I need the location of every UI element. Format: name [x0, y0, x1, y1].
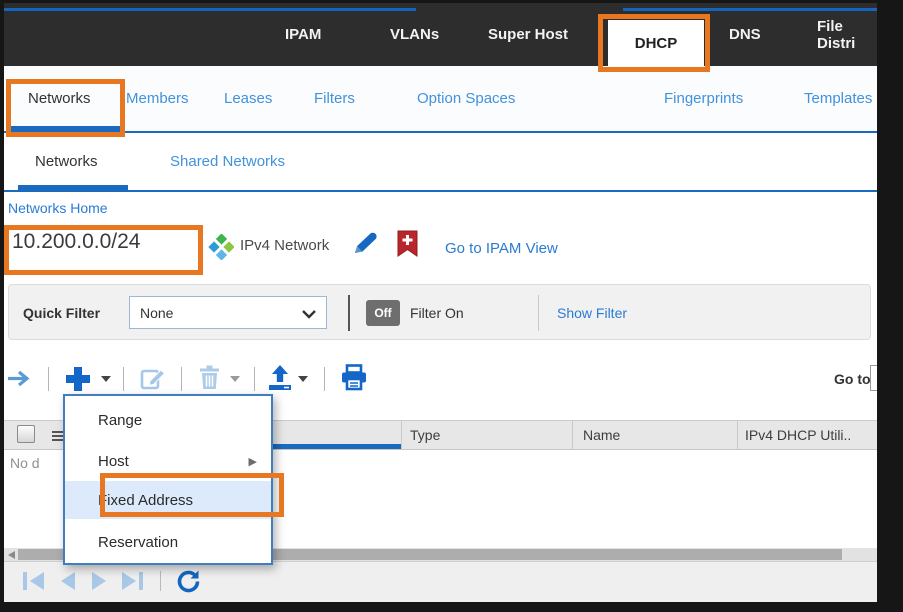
breadcrumb[interactable]: Networks Home [8, 200, 108, 216]
toolbar-separator [181, 367, 182, 391]
network-type-label: IPv4 Network [240, 237, 330, 254]
ipv4-network-icon [208, 234, 234, 260]
tab-shared-networks-label: Shared Networks [170, 153, 286, 170]
delete-trash-icon-disabled [200, 365, 219, 389]
subnav-networks[interactable]: Networks [28, 66, 91, 131]
toptab-ipam-label: IPAM [285, 26, 322, 43]
menu-item-fixed-address[interactable]: Fixed Address [65, 481, 271, 519]
subnav-members[interactable]: Members [126, 66, 189, 131]
quick-filter-select[interactable]: None [129, 296, 327, 329]
filter-divider [348, 295, 350, 331]
subnav-active-underline [10, 126, 123, 131]
toptab-dhcp-label: DHCP [634, 34, 678, 52]
toptab-file-distribution-label: File Distri [817, 17, 856, 52]
import-export-icon[interactable] [267, 364, 293, 391]
quick-filter-value: None [140, 304, 174, 321]
subnav-leases-label: Leases [224, 90, 273, 107]
column-header-type[interactable]: Type [410, 427, 440, 443]
go-forward-arrow-icon[interactable] [7, 370, 33, 387]
filter-divider-2 [538, 295, 539, 331]
toptab-vlans-label: VLANs [390, 26, 440, 43]
prev-page-icon[interactable] [59, 571, 77, 591]
last-page-icon[interactable] [120, 571, 144, 591]
bookmark-add-icon[interactable] [396, 230, 419, 257]
menu-item-reservation-label: Reservation [98, 534, 179, 551]
quick-filter-label: Quick Filter [23, 305, 101, 321]
toptab-super-host[interactable]: Super Host [488, 3, 568, 66]
goto-input[interactable] [870, 365, 877, 391]
toolbar-separator [324, 367, 325, 391]
subnav-filters[interactable]: Filters [314, 66, 355, 131]
empty-table-message: No d [10, 455, 40, 471]
tab-networks[interactable]: Networks [35, 133, 98, 190]
subnav-filters-label: Filters [314, 90, 355, 107]
goto-ipam-link[interactable]: Go to IPAM View [445, 240, 558, 257]
tab-networks-label: Networks [35, 153, 98, 170]
toptab-file-distribution[interactable]: File Distri [817, 3, 877, 66]
breadcrumb-label: Networks Home [8, 200, 108, 216]
print-icon[interactable] [340, 364, 368, 391]
screenshot-frame: IPAM VLANs Super Host DHCP DNS File Dist… [0, 0, 903, 612]
edit-pencil-icon[interactable] [348, 230, 380, 258]
column-divider [572, 420, 573, 450]
toolbar-separator [254, 367, 255, 391]
scroll-left-arrow-icon[interactable] [8, 551, 15, 559]
refresh-icon[interactable] [176, 569, 201, 594]
filter-on-label: Filter On [410, 305, 464, 321]
menu-item-range-label: Range [98, 412, 143, 429]
page-title: 10.200.0.0/24 [12, 230, 141, 253]
filter-toggle-label: Off [374, 306, 392, 320]
first-page-icon[interactable] [22, 571, 46, 591]
filter-toggle[interactable]: Off [366, 300, 400, 326]
next-page-icon[interactable] [90, 571, 108, 591]
add-dropdown-menu: Range Host ▶ Fixed Address Reservation [63, 394, 273, 565]
toolbar-separator [123, 367, 124, 391]
submenu-arrow-icon: ▶ [248, 456, 257, 468]
column-divider [401, 420, 402, 450]
import-caret-icon[interactable] [298, 376, 308, 382]
goto-label: Go to [834, 371, 871, 387]
add-caret-icon[interactable] [101, 376, 111, 382]
menu-item-reservation[interactable]: Reservation [65, 522, 271, 563]
subnav-fingerprints-label: Fingerprints [664, 90, 744, 107]
select-all-checkbox[interactable] [17, 425, 35, 443]
toolbar-separator [48, 367, 49, 391]
toptab-dns-label: DNS [729, 26, 761, 43]
quick-filter-panel: Quick Filter None Off Filter On Show Fil… [8, 284, 871, 340]
delete-caret-icon [230, 376, 240, 382]
tab-shared-networks[interactable]: Shared Networks [170, 133, 285, 190]
networks-tab-strip: Networks Shared Networks [4, 133, 877, 192]
edit-icon-disabled [140, 369, 166, 390]
column-header-dhcp-utilization[interactable]: IPv4 DHCP Utili.. [745, 427, 851, 443]
top-accent-line-left [4, 8, 416, 11]
subnav-templates-label: Templates [804, 90, 873, 107]
menu-item-host-label: Host [98, 453, 129, 470]
toptab-dhcp[interactable]: DHCP [608, 20, 704, 66]
add-icon[interactable] [64, 365, 92, 393]
subnav-option-spaces-label: Option Spaces [417, 90, 516, 107]
tab-active-underline [18, 185, 128, 190]
chevron-down-icon [302, 310, 316, 319]
pager-separator [160, 571, 161, 591]
show-filter-link[interactable]: Show Filter [557, 305, 627, 321]
subnav-members-label: Members [126, 90, 189, 107]
subnav-leases[interactable]: Leases [224, 66, 272, 131]
subnav-fingerprints[interactable]: Fingerprints [664, 66, 743, 131]
top-nav-bar: IPAM VLANs Super Host DHCP DNS File Dist… [4, 3, 877, 66]
menu-item-range[interactable]: Range [65, 400, 271, 441]
toptab-ipam[interactable]: IPAM [285, 3, 321, 66]
menu-item-fixed-address-label: Fixed Address [98, 491, 194, 509]
subnav-option-spaces[interactable]: Option Spaces [417, 66, 515, 131]
toptab-dns[interactable]: DNS [729, 3, 761, 66]
column-header-name[interactable]: Name [583, 427, 620, 443]
subnav-networks-label: Networks [28, 90, 91, 107]
column-divider [737, 420, 738, 450]
toptab-super-host-label: Super Host [488, 26, 569, 43]
subnav-templates[interactable]: Templates [804, 66, 872, 131]
dhcp-subnav: Networks Members Leases Filters Option S… [4, 66, 877, 133]
menu-item-host[interactable]: Host ▶ [65, 441, 271, 482]
app-window: IPAM VLANs Super Host DHCP DNS File Dist… [4, 3, 877, 602]
toptab-vlans[interactable]: VLANs [390, 3, 439, 66]
